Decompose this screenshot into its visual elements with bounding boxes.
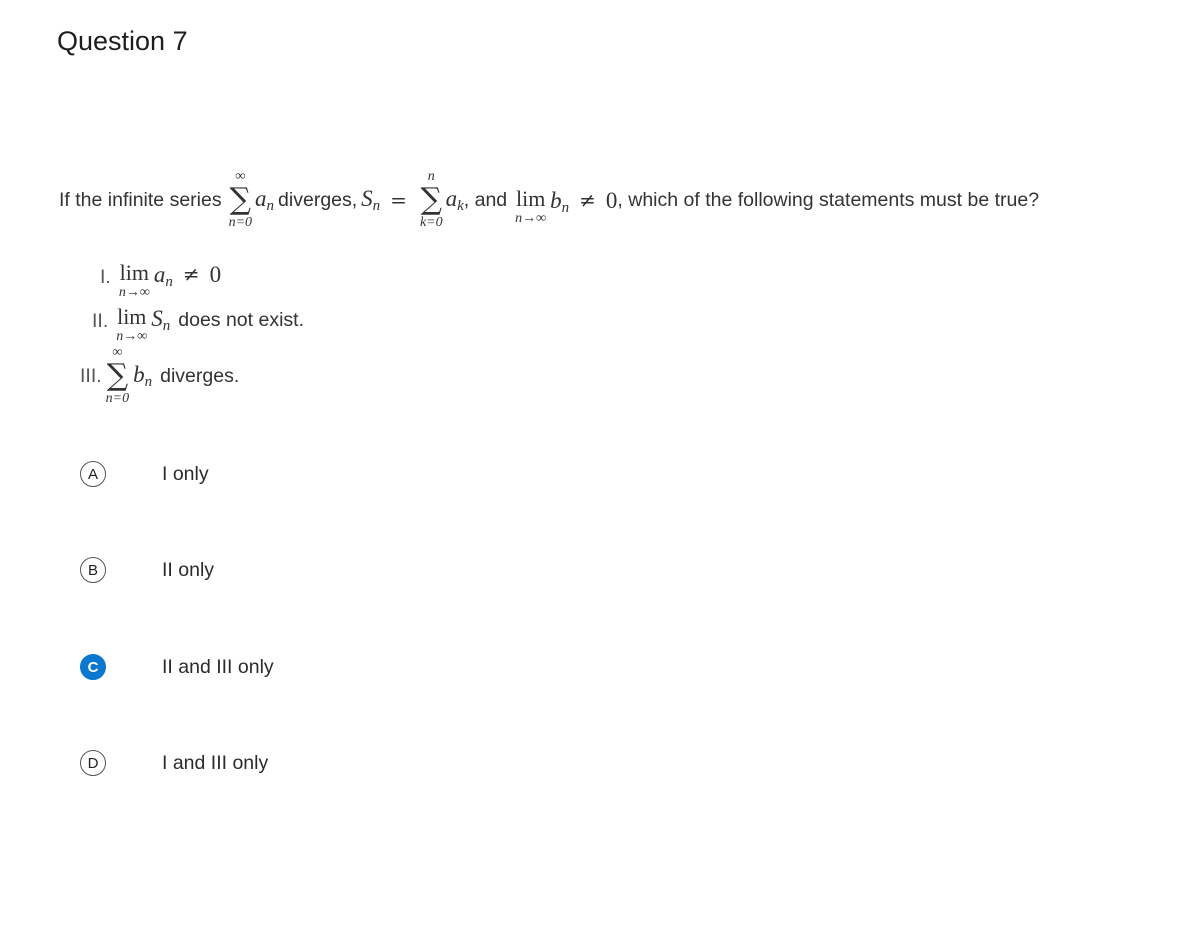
- zero: 0: [209, 262, 222, 287]
- term-sub: k: [457, 197, 464, 214]
- not-equal-sign: ≠: [182, 262, 200, 286]
- sum-lower-2: k=0: [419, 215, 443, 230]
- term-sub: n: [266, 197, 275, 214]
- lim-subscript: n→∞: [515, 211, 547, 226]
- term-var: a: [445, 185, 458, 211]
- radio-d[interactable]: D: [80, 750, 106, 776]
- sum-operator: ∞ ∑ n=0: [106, 346, 129, 406]
- option-c-text: II and III only: [162, 655, 274, 678]
- stem-prefix: If the infinite series: [59, 188, 222, 211]
- question-stem: If the infinite series ∞ ∑ n=0 an diverg…: [55, 164, 1039, 236]
- not-equal-sign: ≠: [579, 188, 596, 212]
- statement-2: II. lim n→∞ Sn does not exist.: [92, 306, 304, 344]
- term-var: a: [255, 185, 267, 211]
- term-sub: n: [144, 373, 153, 390]
- sum-lower: n=0: [105, 391, 130, 406]
- option-a-text: I only: [162, 462, 209, 485]
- question-title: Question 7: [57, 26, 188, 56]
- term-sub: n: [162, 318, 171, 334]
- term-b-n: bn: [550, 188, 569, 217]
- statement-3: III. ∞ ∑ n=0 bn diverges.: [80, 346, 239, 406]
- option-d-text: I and III only: [162, 751, 269, 774]
- equals-sign: =: [390, 188, 407, 212]
- option-b-text: II only: [162, 558, 215, 581]
- sn-var: S: [361, 185, 373, 211]
- term-var: a: [153, 262, 166, 287]
- lim-operator: lim n→∞: [515, 188, 546, 226]
- term-var: b: [550, 188, 562, 213]
- sn-sub: n: [372, 197, 381, 214]
- lim-operator: lim n→∞: [119, 262, 150, 300]
- option-b[interactable]: B II only: [80, 550, 480, 590]
- zero: 0: [605, 188, 618, 213]
- partial-sum-S-n: Sn: [361, 186, 380, 215]
- option-c[interactable]: C II and III only: [80, 647, 480, 687]
- lim-operator: lim n→∞: [116, 306, 147, 344]
- sigma-symbol: ∑: [106, 358, 129, 393]
- term-var: b: [133, 361, 145, 387]
- lim-text: lim: [117, 304, 147, 329]
- lim-text: lim: [515, 186, 546, 211]
- term-b-n: bn: [133, 362, 152, 391]
- term-sub: n: [165, 274, 173, 290]
- stem-mid-2: , and: [463, 188, 508, 211]
- stem-suffix: , which of the following statements must…: [617, 188, 1040, 211]
- statement-1: I. lim n→∞ an ≠ 0: [100, 262, 221, 300]
- statement-label: II.: [92, 310, 109, 332]
- statement-text: does not exist.: [178, 309, 304, 331]
- term-var: S: [151, 306, 163, 331]
- sum-operator-2: n ∑ k=0: [420, 170, 443, 230]
- radio-a[interactable]: A: [80, 461, 106, 487]
- stem-mid-1: diverges,: [278, 188, 358, 211]
- partial-sum-S-n: Sn: [151, 306, 170, 335]
- radio-b[interactable]: B: [80, 557, 106, 583]
- sum-lower-1: n=0: [228, 215, 253, 230]
- lim-subscript: n→∞: [116, 329, 148, 344]
- option-a[interactable]: A I only: [80, 454, 480, 494]
- term-a-n: an: [154, 262, 173, 291]
- term-a-k: ak: [446, 186, 464, 215]
- radio-c-selected[interactable]: C: [80, 654, 106, 680]
- term-sub: n: [561, 200, 570, 216]
- sum-operator-1: ∞ ∑ n=0: [229, 170, 252, 230]
- sigma-symbol: ∑: [420, 182, 442, 217]
- limit-expression: lim n→∞ bn ≠ 0: [511, 174, 617, 226]
- sigma-symbol: ∑: [229, 182, 252, 217]
- statement-label: III.: [80, 364, 102, 387]
- lim-subscript: n→∞: [118, 285, 150, 300]
- lim-text: lim: [119, 260, 149, 285]
- statement-text: diverges.: [160, 364, 240, 387]
- term-a-n: an: [255, 186, 274, 215]
- statement-label: I.: [100, 266, 111, 288]
- option-d[interactable]: D I and III only: [80, 743, 480, 783]
